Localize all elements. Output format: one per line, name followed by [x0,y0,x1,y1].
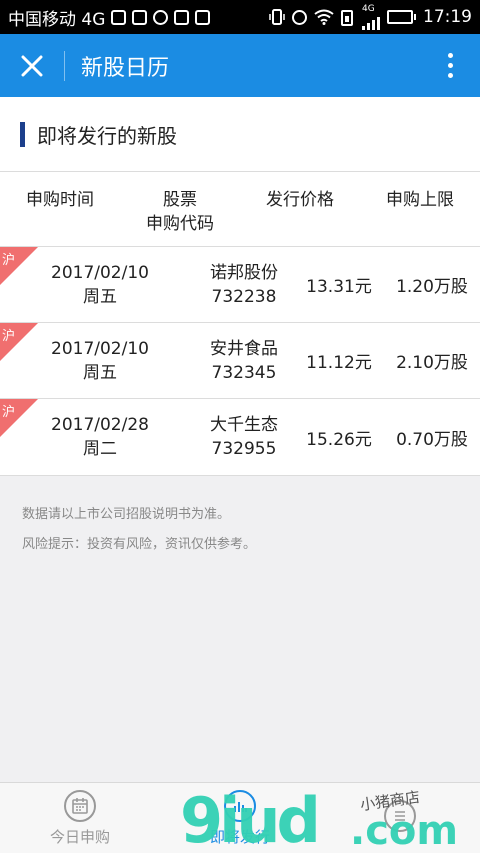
row-price: 15.26元 [306,429,372,450]
nav-upcoming[interactable]: 即将发行 [160,783,320,853]
nav-label: 今日申购 [49,827,110,846]
image-icon [111,9,127,25]
list-icon [384,800,416,832]
carrier-label: 中国移动 4G [8,9,106,30]
row-stock-name: 大千生态 [210,415,278,435]
nav-label: 即将发行 [209,827,270,846]
market-tag-label: 沪 [2,405,16,420]
market-tag: 沪 [0,247,38,285]
header-date: 申购时间 [26,190,94,210]
chart-icon [224,789,256,822]
close-icon [21,55,43,76]
page-title: 新股日历 [81,55,170,81]
disclaimer: 数据请以上市公司招股说明书为准。 风险提示：投资有风险，资讯仅供参考。 [22,500,256,560]
vibrate-icon [269,9,285,25]
more-dot-icon [447,73,453,78]
row-limit: 0.70万股 [396,429,468,450]
row-stock-code: 732955 [211,439,277,459]
row-limit: 1.20万股 [396,277,468,297]
table-header: 申购时间 股票 申购代码 发行价格 申购上限 [0,172,480,247]
row-weekday: 周二 [83,439,117,459]
market-tag-label: 沪 [2,329,16,344]
more-options-button[interactable] [420,34,480,97]
section-accent-bar [20,121,25,147]
battery-icon [387,10,416,24]
market-tag-label: 沪 [2,253,16,268]
android-icon [132,9,148,25]
section-header: 即将发行的新股 [0,97,480,172]
nav-today-subscribe[interactable]: 今日申购 [0,783,160,853]
status-bar: 中国移动 4G 4G 17:19 [0,0,480,34]
section-title: 即将发行的新股 [37,123,177,148]
row-stock-code: 732238 [211,286,277,307]
header-limit: 申购上限 [386,190,454,210]
nav-third[interactable] [320,783,480,853]
row-price: 13.31元 [306,277,372,297]
row-limit: 2.10万股 [396,353,468,373]
row-price: 11.12元 [306,353,372,373]
sync-icon [153,9,169,25]
market-tag: 沪 [0,399,38,437]
ipo-table: 申购时间 股票 申购代码 发行价格 申购上限 沪 2017/02/10 周五 诺… [0,172,480,476]
row-stock-name: 诺邦股份 [210,262,278,283]
row-stock-name: 安井食品 [210,338,278,359]
table-row[interactable]: 沪 2017/02/28 周二 大千生态 732955 15.26元 0.70万… [0,399,480,475]
disclaimer-line-1: 数据请以上市公司招股说明书为准。 [22,507,231,522]
data-icon [341,10,353,26]
wifi-icon [314,9,334,25]
android-icon [174,9,190,25]
calendar-icon [64,789,96,822]
more-dot-icon [447,53,453,58]
table-row[interactable]: 沪 2017/02/10 周五 安井食品 732345 11.12元 2.10万… [0,323,480,399]
network-badge: 4G [362,3,375,14]
header-price: 发行价格 [266,190,334,210]
signal-icon [362,14,380,30]
disclaimer-line-2: 风险提示：投资有风险，资讯仅供参考。 [22,537,257,552]
header-stock-line1: 股票 [163,190,197,210]
app-bar: 新股日历 [0,34,480,97]
market-tag: 沪 [0,323,38,361]
bottom-nav: 今日申购 即将发行 [0,782,480,853]
row-stock-code: 732345 [211,362,277,383]
clock: 17:19 [423,7,472,27]
header-stock: 股票 申购代码 [120,172,240,246]
close-button[interactable] [0,34,64,97]
more-dot-icon [447,63,453,68]
row-weekday: 周五 [83,286,117,307]
header-stock-line2: 申购代码 [146,214,214,234]
row-weekday: 周五 [83,362,117,383]
download-icon [195,9,211,25]
alarm-icon [292,9,307,25]
table-row[interactable]: 沪 2017/02/10 周五 诺邦股份 732238 13.31元 1.20万… [0,247,480,323]
